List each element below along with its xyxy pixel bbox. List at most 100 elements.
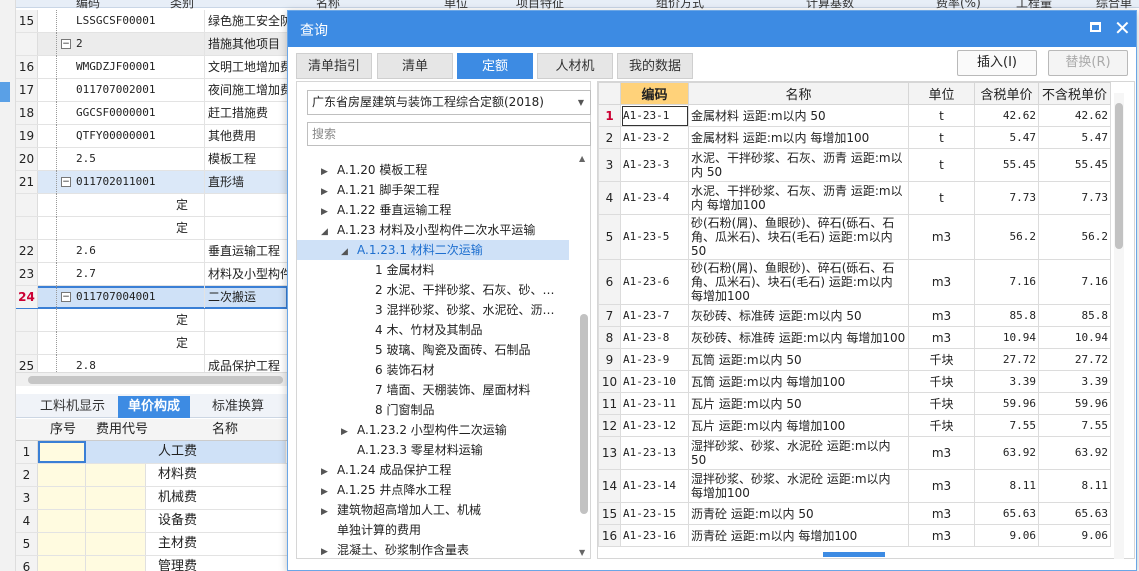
quota-tax-price[interactable]: 55.45 [974,148,1039,182]
quota-notax-price[interactable]: 5.47 [1038,126,1111,149]
tree-node[interactable]: ▶ A.1.22 垂直运输工程 [321,200,451,220]
table-row[interactable]: 1 A1-23-1 金属材料 运距:m以内 50 t 42.62 42.62 [598,104,1111,127]
quota-name[interactable]: 灰砂砖、标准砖 运距:m以内 50 [688,304,909,327]
quota-unit[interactable]: m3 [908,259,975,305]
quota-notax-price[interactable]: 42.62 [1038,104,1111,127]
quota-tax-price[interactable]: 56.2 [974,214,1039,260]
scrollbar-thumb[interactable] [28,376,283,384]
chevron-down-icon[interactable]: ▼ [578,91,584,114]
table-row[interactable]: 12 A1-23-12 瓦片 运距:m以内 每增加100 千块 7.55 7.55 [598,414,1111,437]
quota-notax-price[interactable]: 8.11 [1038,469,1111,503]
quota-name[interactable]: 瓦片 运距:m以内 50 [688,392,909,415]
tab-3[interactable]: 定额 [457,53,533,79]
quota-notax-price[interactable]: 65.63 [1038,502,1111,525]
collapse-icon[interactable]: ◢ [341,242,357,262]
quota-notax-price[interactable]: 7.16 [1038,259,1111,305]
tab-1[interactable]: 清单指引 [296,53,372,79]
bottom-tab[interactable]: 标准换算 [202,396,274,418]
quota-code[interactable]: A1-23-11 [620,392,689,415]
quota-notax-price[interactable]: 56.2 [1038,214,1111,260]
index-cell[interactable] [38,441,86,463]
index-cell[interactable] [38,533,86,555]
quota-code[interactable]: A1-23-9 [620,348,689,371]
quota-code[interactable]: A1-23-5 [620,214,689,260]
quota-name[interactable]: 瓦片 运距:m以内 每增加100 [688,414,909,437]
table-row[interactable]: 10 A1-23-10 瓦筒 运距:m以内 每增加100 千块 3.39 3.39 [598,370,1111,393]
quota-notax-price[interactable]: 59.96 [1038,392,1111,415]
grid-row[interactable]: 18 GGCSF0000001 赶工措施费 [16,102,288,125]
col-header-notax-price[interactable]: 不含税单价 [1038,82,1111,105]
quota-notax-price[interactable]: 63.92 [1038,436,1111,470]
grid-row[interactable]: 定 [16,309,288,332]
tree-node[interactable]: ▶ A.1.21 脚手架工程 [321,180,439,200]
scrollbar-thumb[interactable] [580,314,588,514]
index-cell[interactable] [38,510,86,532]
quota-code[interactable]: A1-23-15 [620,502,689,525]
quota-name[interactable]: 湿拌砂浆、砂浆、水泥砼 运距:m以内 每增加100 [688,469,909,503]
quota-unit[interactable]: m3 [908,502,975,525]
horizontal-scrollbar[interactable] [16,372,288,386]
table-row[interactable]: 8 A1-23-8 灰砂砖、标准砖 运距:m以内 每增加100 m3 10.94 10.9… [598,326,1111,349]
table-row[interactable]: 5 A1-23-5 砂(石粉(屑)、鱼眼砂)、碎石(砾石、石角、瓜米石)、块石(毛石… [598,214,1111,260]
collapse-icon[interactable]: − [61,39,71,49]
grid-row[interactable]: 22 2.6 垂直运输工程 [16,240,288,263]
quota-code[interactable]: A1-23-7 [620,304,689,327]
grid-row[interactable]: 20 2.5 模板工程 [16,148,288,171]
quota-unit[interactable]: 千块 [908,348,975,371]
quota-notax-price[interactable]: 7.55 [1038,414,1111,437]
quota-unit[interactable]: 千块 [908,392,975,415]
tree-node[interactable]: 2 水泥、干拌砂浆、石灰、砂、… [375,280,554,300]
quota-notax-price[interactable]: 9.06 [1038,524,1111,547]
scroll-up-icon[interactable]: ▲ [579,154,585,163]
scrollbar-thumb[interactable] [1115,103,1123,249]
quota-notax-price[interactable]: 85.8 [1038,304,1111,327]
quota-code[interactable]: A1-23-13 [620,436,689,470]
cost-row[interactable]: 2 材料费 [16,464,288,487]
table-row[interactable]: 15 A1-23-15 沥青砼 运距:m以内 50 m3 65.63 65.63 [598,502,1111,525]
grid-row[interactable]: 19 QTFY00000001 其他费用 [16,125,288,148]
grid-row[interactable]: 17 011707002001 夜间施工增加费 [16,79,288,102]
table-row[interactable]: 4 A1-23-4 水泥、干拌砂浆、石灰、沥青 运距:m以内 每增加100 t 7.73… [598,181,1111,215]
quota-code[interactable]: A1-23-6 [620,259,689,305]
quota-name[interactable]: 金属材料 运距:m以内 每增加100 [688,126,909,149]
quota-name[interactable]: 沥青砼 运距:m以内 50 [688,502,909,525]
quota-unit[interactable]: m3 [908,469,975,503]
col-header-unit[interactable]: 单位 [908,82,975,105]
grid-row[interactable]: 15 LSSGCSF00001 绿色施工安全防 [16,10,288,33]
quota-code[interactable]: A1-23-14 [620,469,689,503]
resize-grip[interactable] [823,552,885,557]
index-cell[interactable] [38,487,86,509]
quota-name[interactable]: 灰砂砖、标准砖 运距:m以内 每增加100 [688,326,909,349]
quota-unit[interactable]: t [908,104,975,127]
expand-icon[interactable]: ▶ [321,462,337,482]
table-row[interactable]: 14 A1-23-14 湿拌砂浆、砂浆、水泥砼 运距:m以内 每增加100 m3 8.1… [598,469,1111,503]
expand-icon[interactable]: ▶ [321,162,337,182]
tree-node[interactable]: 单独计算的费用 [321,520,421,540]
table-row[interactable]: 6 A1-23-6 砂(石粉(屑)、鱼眼砂)、碎石(砾石、石角、瓜米石)、块石(毛石… [598,259,1111,305]
quota-name[interactable]: 湿拌砂浆、砂浆、水泥砼 运距:m以内 50 [688,436,909,470]
quota-tax-price[interactable]: 7.73 [974,181,1039,215]
grid-row[interactable]: 定 [16,217,288,240]
quota-tax-price[interactable]: 8.11 [974,469,1039,503]
quota-name[interactable]: 金属材料 运距:m以内 50 [688,104,909,127]
tree-node[interactable]: ▶ 混凝土、砂浆制作含量表 [321,540,469,557]
tab-2[interactable]: 清单 [377,53,453,79]
search-input[interactable] [307,122,591,146]
quota-tax-price[interactable]: 63.92 [974,436,1039,470]
quota-tax-price[interactable]: 9.06 [974,524,1039,547]
tab-4[interactable]: 人材机 [537,53,613,79]
quota-name[interactable]: 砂(石粉(屑)、鱼眼砂)、碎石(砾石、石角、瓜米石)、块石(毛石) 运距:m以内… [688,259,909,305]
grid-row[interactable]: 定 [16,194,288,217]
quota-unit[interactable]: t [908,181,975,215]
code-cell[interactable] [86,533,146,555]
quota-unit[interactable]: m3 [908,524,975,547]
quota-code[interactable]: A1-23-16 [620,524,689,547]
quota-tax-price[interactable]: 85.8 [974,304,1039,327]
grid-row[interactable]: −2 措施其他项目 [16,33,288,56]
library-select[interactable]: 广东省房屋建筑与装饰工程综合定额(2018) ▼ [307,90,591,115]
tree-scrollbar[interactable]: ▲ ▼ [579,154,589,558]
cost-row[interactable]: 6 管理费 [16,556,288,571]
bottom-tab[interactable]: 单价构成 [118,396,191,418]
col-header-tax-price[interactable]: 含税单价 [974,82,1039,105]
collapse-icon[interactable]: − [61,292,71,302]
